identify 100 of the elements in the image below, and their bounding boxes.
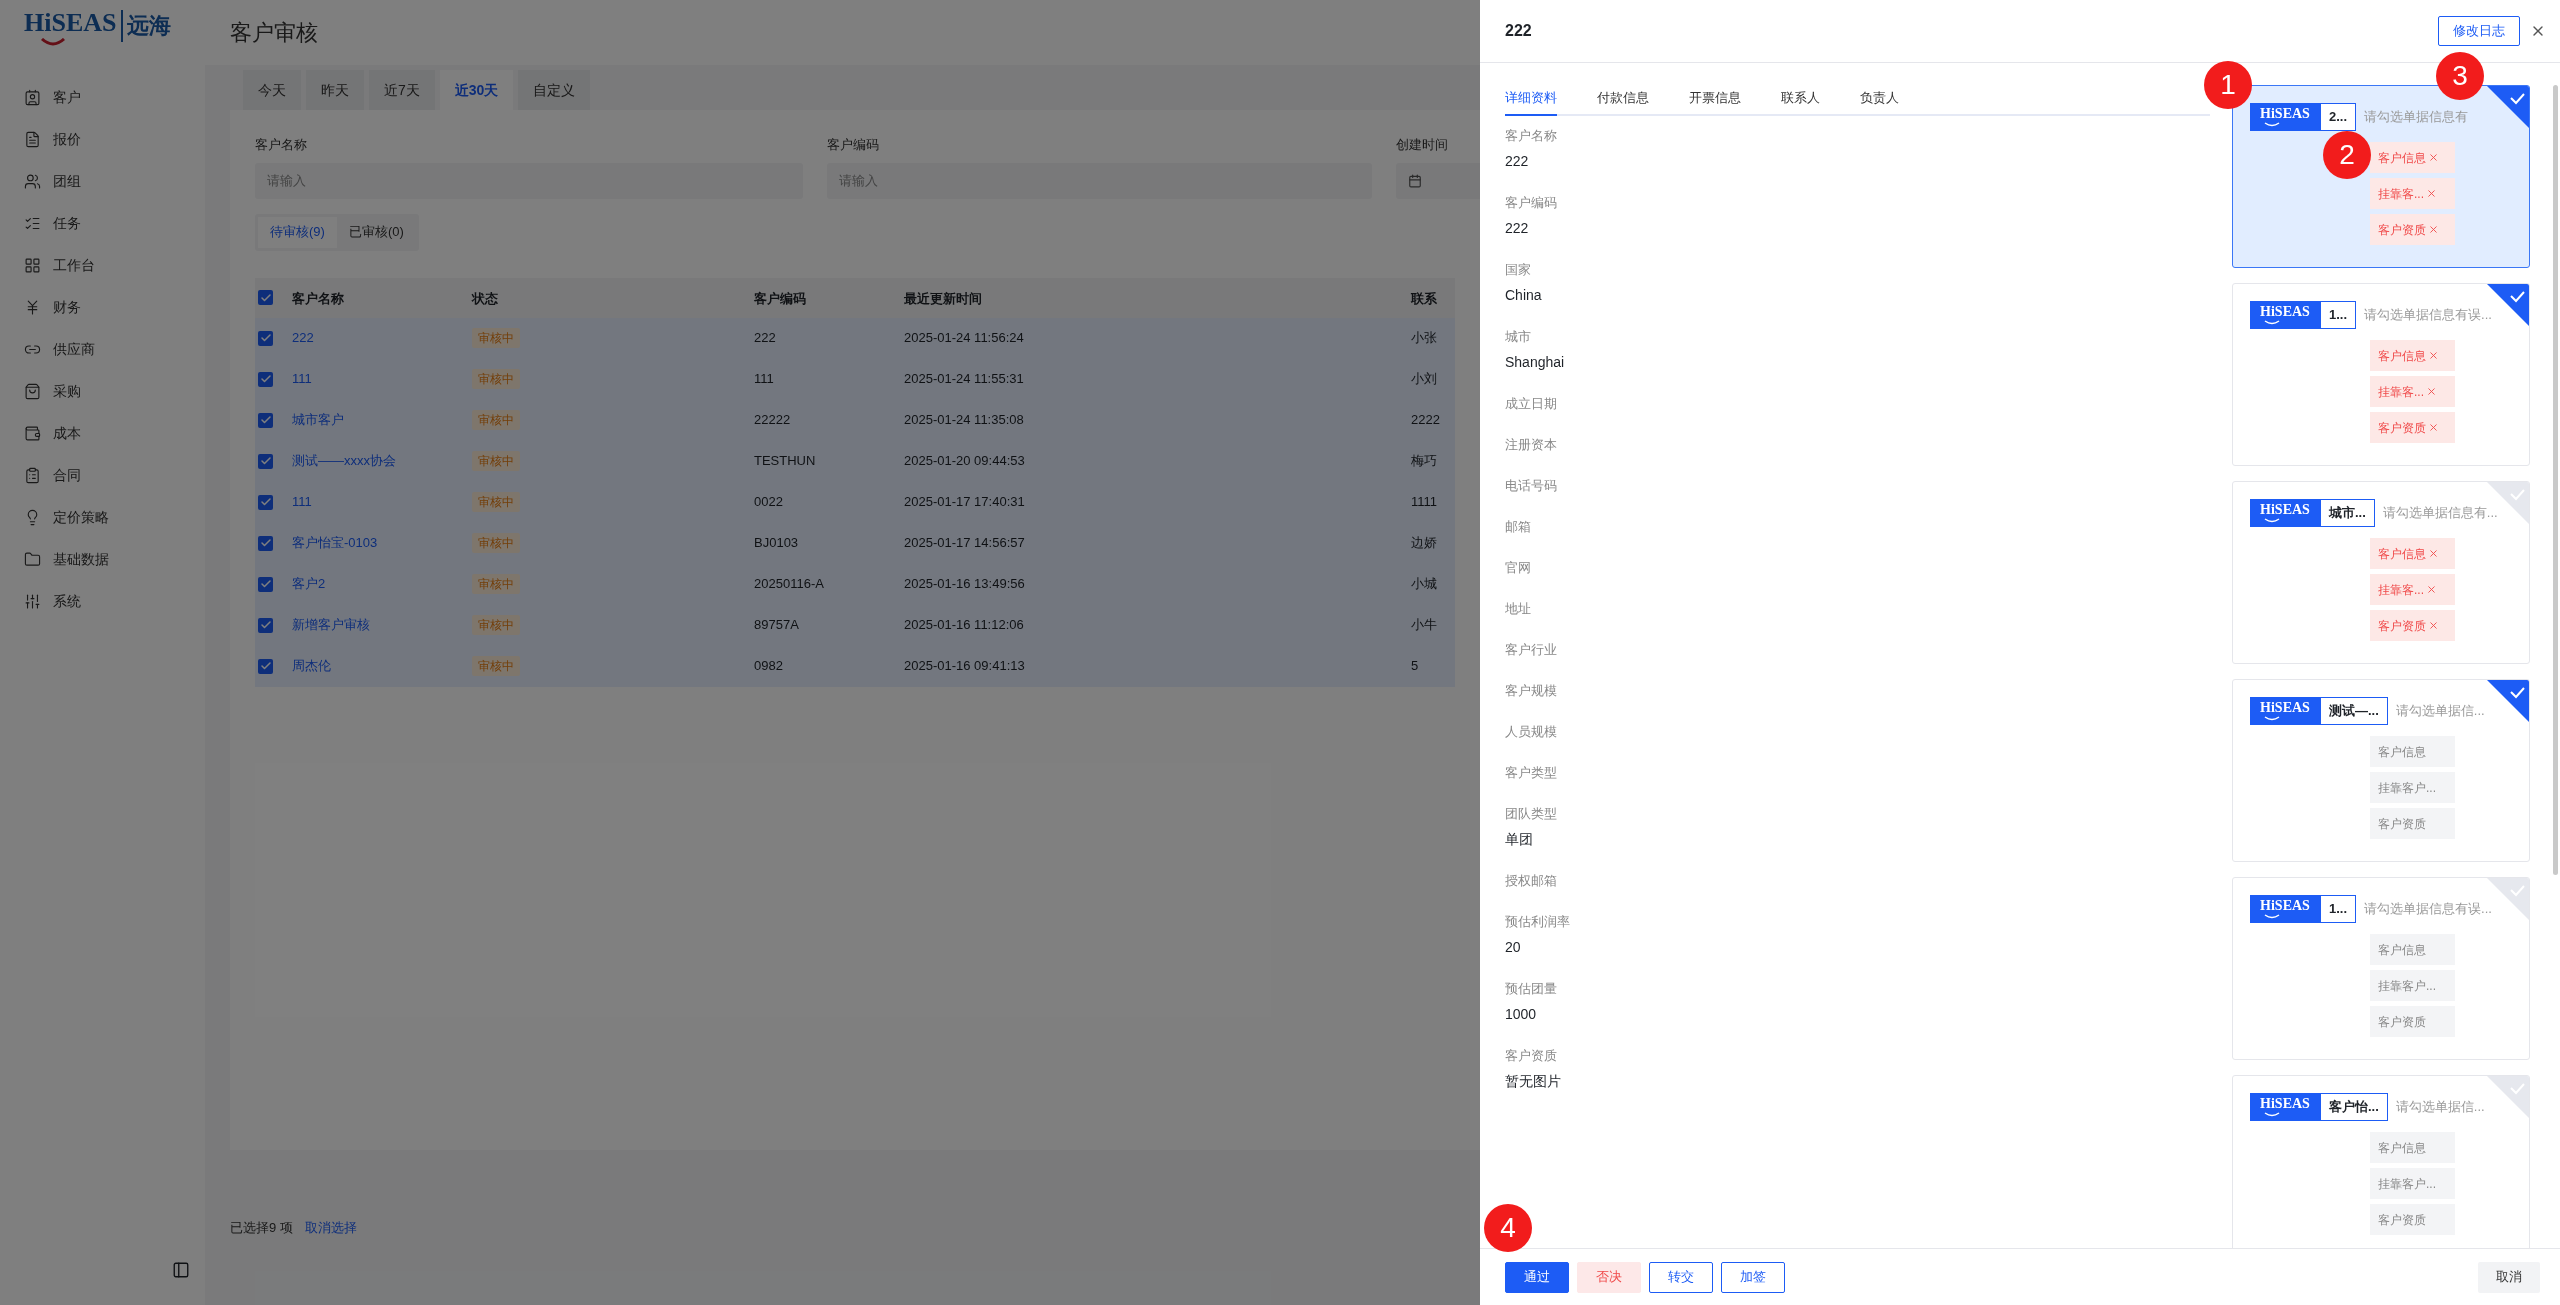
nav-item[interactable]: 团组 [0,160,205,202]
issue-tag[interactable]: 客户资质 [2370,610,2455,641]
nav-item[interactable]: 报价 [0,118,205,160]
nav-item[interactable]: 供应商 [0,328,205,370]
issue-tag[interactable]: 挂靠客... [2370,574,2455,605]
customer-link[interactable]: 新增客户审核 [292,617,370,633]
remove-icon[interactable] [2426,386,2437,397]
table-row[interactable]: 客户2 审核中 20250116-A 2025-01-16 13:49:56 小城 [255,563,1455,605]
table-row[interactable]: 111 审核中 0022 2025-01-17 17:40:31 1111 [255,481,1455,523]
issue-tag[interactable]: 挂靠客户... [2370,772,2455,803]
action-button[interactable]: 转交 [1649,1261,1713,1293]
action-button[interactable]: 加签 [1721,1261,1785,1293]
table-row[interactable]: 222 审核中 222 2025-01-24 11:56:24 小张 [255,317,1455,359]
issue-tag[interactable]: 客户信息 [2370,736,2455,767]
nav-item[interactable]: 成本 [0,412,205,454]
check-corner-icon[interactable] [2487,1076,2529,1118]
issue-tag[interactable]: 客户资质 [2370,412,2455,443]
nav-item[interactable]: 任务 [0,202,205,244]
customer-link[interactable]: 客户2 [292,576,326,592]
issue-tag[interactable]: 客户信息 [2370,1132,2455,1163]
table-row[interactable]: 城市客户 审核中 22222 2025-01-24 11:35:08 2222 [255,399,1455,441]
nav-item[interactable]: 系统 [0,580,205,622]
issue-tag[interactable]: 客户资质 [2370,1204,2455,1235]
record-card[interactable]: HiSEAS 1... 请勾选单据信息有误... 客户信息 挂靠客... 客户资质 [2232,283,2530,466]
row-checkbox[interactable] [258,412,273,428]
nav-item[interactable]: 合同 [0,454,205,496]
issue-tag[interactable]: 客户资质 [2370,214,2455,245]
customer-link[interactable]: 客户怡宝-0103 [292,535,378,551]
remove-icon[interactable] [2426,188,2437,199]
issue-tag[interactable]: 挂靠客户... [2370,970,2455,1001]
date-tab[interactable]: 今天 [243,70,301,110]
detail-tab[interactable]: 付款信息 [1597,88,1649,116]
issue-tag[interactable]: 客户信息 [2370,538,2455,569]
clear-selection-link[interactable]: 取消选择 [304,1217,357,1238]
field-label: 人员规模 [1505,722,1558,741]
date-tab[interactable]: 近30天 [439,70,514,110]
scrollbar-thumb[interactable] [2553,85,2558,875]
row-checkbox[interactable] [258,371,273,387]
select-all-checkbox[interactable] [258,290,273,305]
issue-tag[interactable]: 挂靠客户... [2370,1168,2455,1199]
row-checkbox[interactable] [258,576,273,592]
date-tab[interactable]: 昨天 [306,70,364,110]
detail-tab[interactable]: 负责人 [1860,88,1899,116]
row-checkbox[interactable] [258,330,273,346]
table-row[interactable]: 测试——xxxx协会 审核中 TESTHUN 2025-01-20 09:44:53 梅巧 [255,440,1455,482]
remove-icon[interactable] [2426,584,2437,595]
table-row[interactable]: 周杰伦 审核中 0982 2025-01-16 09:41:13 5 [255,645,1455,687]
nav-item[interactable]: 工作台 [0,244,205,286]
remove-icon[interactable] [2428,224,2439,235]
check-corner-icon[interactable] [2487,86,2529,128]
record-card[interactable]: HiSEAS 测试—... 请勾选单据信... 客户信息 挂靠客户... 客户资质 [2232,679,2530,862]
detail-tab[interactable]: 联系人 [1781,88,1820,116]
issue-tag[interactable]: 挂靠客... [2370,376,2455,407]
detail-tab[interactable]: 开票信息 [1689,88,1741,116]
nav-item[interactable]: 财务 [0,286,205,328]
record-card[interactable]: HiSEAS 城市... 请勾选单据信息有... 客户信息 挂靠客... 客户资质 [2232,481,2530,664]
issue-tag[interactable]: 客户资质 [2370,808,2455,839]
date-tab[interactable]: 自定义 [518,70,591,110]
remove-icon[interactable] [2428,422,2439,433]
issue-tag[interactable]: 客户资质 [2370,1006,2455,1037]
check-corner-icon[interactable] [2487,482,2529,524]
row-checkbox[interactable] [258,494,273,510]
action-button[interactable]: 通过 [1505,1261,1569,1293]
customer-link[interactable]: 222 [292,330,314,346]
change-log-button[interactable]: 修改日志 [2438,16,2520,46]
cancel-button[interactable]: 取消 [2478,1261,2540,1293]
customer-link[interactable]: 周杰伦 [292,658,331,674]
check-corner-icon[interactable] [2487,680,2529,722]
status-tab[interactable]: 已审核(0) [336,216,416,248]
detail-tab[interactable]: 详细资料 [1505,88,1557,116]
date-tab[interactable]: 近7天 [369,70,435,110]
status-tab[interactable]: 待审核(9) [258,216,337,248]
row-checkbox[interactable] [258,658,273,674]
customer-link[interactable]: 城市客户 [292,412,344,428]
nav-item[interactable]: 采购 [0,370,205,412]
collapse-sidebar-icon[interactable] [172,1261,190,1279]
nav-item[interactable]: 基础数据 [0,538,205,580]
table-row[interactable]: 客户怡宝-0103 审核中 BJ0103 2025-01-17 14:56:57 边娇 [255,522,1455,564]
issue-tag[interactable]: 客户信息 [2370,340,2455,371]
row-checkbox[interactable] [258,617,273,633]
remove-icon[interactable] [2428,350,2439,361]
nav-item[interactable]: 定价策略 [0,496,205,538]
remove-icon[interactable] [2428,548,2439,559]
customer-link[interactable]: 111 [292,494,312,510]
issue-tag[interactable]: 客户信息 [2370,934,2455,965]
remove-icon[interactable] [2428,152,2439,163]
remove-icon[interactable] [2428,620,2439,631]
status-tag: 审核中 [472,451,520,471]
action-button[interactable]: 否决 [1577,1261,1641,1293]
row-checkbox[interactable] [258,453,273,469]
issue-tag[interactable]: 客户信息 [2370,142,2455,173]
table-row[interactable]: 111 审核中 111 2025-01-24 11:55:31 小刘 [255,358,1455,400]
customer-link[interactable]: 111 [292,371,312,387]
nav-item[interactable]: 客户 [0,76,205,118]
record-card[interactable]: HiSEAS 1... 请勾选单据信息有误... 客户信息 挂靠客户... 客户资质 [2232,877,2530,1060]
issue-tag[interactable]: 挂靠客... [2370,178,2455,209]
customer-link[interactable]: 测试——xxxx协会 [292,453,396,469]
row-checkbox[interactable] [258,535,273,551]
table-row[interactable]: 新增客户审核 审核中 89757A 2025-01-16 11:12:06 小牛 [255,604,1455,646]
record-card[interactable]: HiSEAS 客户怡... 请勾选单据信... 客户信息 挂靠客户... 客户资质 [2232,1075,2530,1248]
